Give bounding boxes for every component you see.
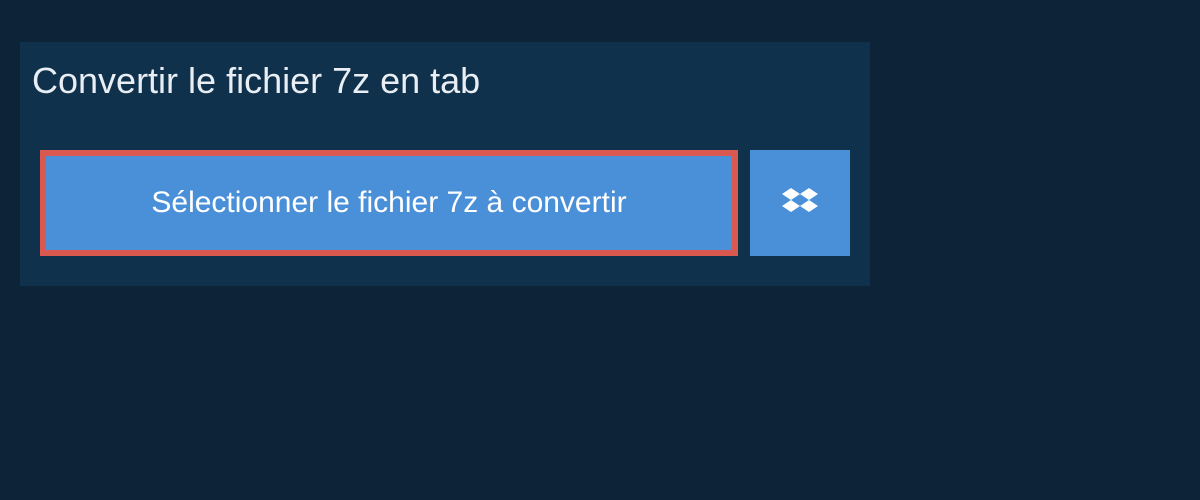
- dropbox-button[interactable]: [750, 150, 850, 256]
- select-file-button[interactable]: Sélectionner le fichier 7z à convertir: [40, 150, 738, 256]
- button-row: Sélectionner le fichier 7z à convertir: [20, 120, 870, 286]
- converter-panel: Convertir le fichier 7z en tab Sélection…: [20, 42, 870, 286]
- dropbox-icon: [782, 185, 818, 221]
- select-file-button-label: Sélectionner le fichier 7z à convertir: [151, 186, 626, 220]
- page-title: Convertir le fichier 7z en tab: [20, 42, 508, 120]
